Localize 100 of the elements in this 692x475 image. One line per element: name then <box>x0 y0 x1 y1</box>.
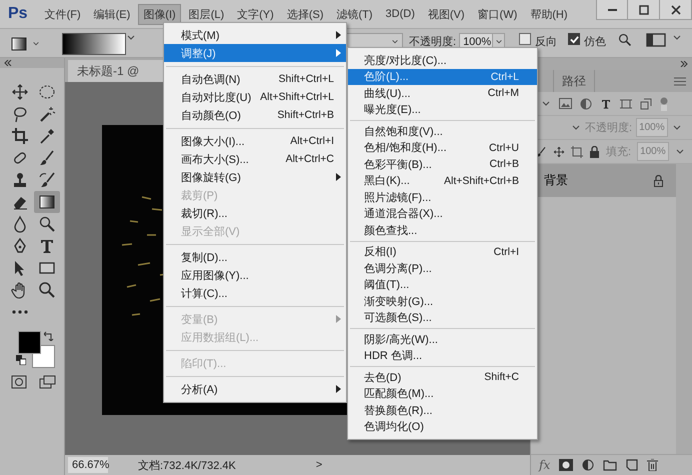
default-colors-icon[interactable] <box>16 355 26 365</box>
menu-item[interactable]: 画布大小(S)... Alt+Ctrl+C <box>164 150 346 168</box>
menu-icon[interactable] <box>674 76 686 86</box>
checkbox-label: 反向 <box>535 35 558 49</box>
shape-filter-icon[interactable] <box>620 98 632 110</box>
caret-icon <box>672 122 682 132</box>
menu-item[interactable]: 图像大小(I)... Alt+Ctrl+I <box>164 132 346 150</box>
menu-item[interactable]: 曲线(U)... Ctrl+M <box>348 85 537 102</box>
menu-title[interactable]: 滤镜(T) <box>331 4 378 24</box>
crop-icon <box>11 127 29 145</box>
gradient-swatch[interactable] <box>62 33 126 55</box>
gradient-tool[interactable] <box>34 191 60 213</box>
maximize-button[interactable] <box>628 0 660 20</box>
caret-icon <box>494 38 503 46</box>
menu-item[interactable]: 自动颜色(O) Shift+Ctrl+B <box>164 106 346 124</box>
opacity-label: 不透明度: <box>409 34 456 49</box>
lock-pixels-icon[interactable] <box>535 146 547 158</box>
image-filter-icon[interactable] <box>559 98 572 109</box>
mask-icon[interactable] <box>559 459 574 471</box>
menu-item[interactable]: 自动对比度(U) Alt+Shift+Ctrl+L <box>164 88 346 106</box>
app-logo: Ps <box>8 5 28 23</box>
menu-item[interactable]: 复制(D)... <box>164 248 346 266</box>
menu-title[interactable]: 选择(S) <box>282 4 328 24</box>
shortcut-label: Shift+Ctrl+B <box>277 109 334 121</box>
menu-item[interactable]: 色阶(L)... Ctrl+L <box>348 68 537 85</box>
caret-icon <box>541 98 551 108</box>
menu-title[interactable]: 文字(Y) <box>232 4 279 24</box>
menu-item[interactable]: 调整(J) <box>164 44 346 62</box>
panel-tab[interactable]: 路径 <box>553 70 595 92</box>
collapse-icon[interactable] <box>680 61 688 67</box>
menu-item[interactable]: 计算(C)... <box>164 284 346 302</box>
menu-item[interactable]: 色调分离(P)... <box>348 260 537 276</box>
menu-title[interactable]: 文件(F) <box>40 4 86 24</box>
checkbox[interactable] <box>519 33 532 45</box>
menu-item[interactable]: 曝光度(E)... <box>348 102 537 118</box>
collapse-icon[interactable] <box>4 60 12 66</box>
info-arrow[interactable]: > <box>316 459 322 471</box>
menu-item[interactable]: 反相(I) Ctrl+I <box>348 244 537 260</box>
menu-item[interactable]: HDR 色调... <box>348 348 537 364</box>
fill-label: 填充: <box>606 145 632 159</box>
smart-object-filter-icon[interactable] <box>640 98 652 110</box>
menu-item[interactable]: 色调均化(O) <box>348 418 537 435</box>
swap-colors-icon[interactable] <box>44 331 54 341</box>
adjustment-filter-icon[interactable] <box>580 98 592 110</box>
menu-item[interactable]: 通道混合器(X)... <box>348 206 537 222</box>
screen-mode-icon[interactable] <box>39 375 57 389</box>
type-filter-icon[interactable] <box>600 98 612 110</box>
gradient-icon <box>10 35 28 53</box>
close-button[interactable] <box>660 0 692 20</box>
menu-item[interactable]: 图像旋转(G) <box>164 168 346 186</box>
menu-item[interactable]: 替换颜色(R)... <box>348 402 537 418</box>
lock-position-icon[interactable] <box>553 146 565 158</box>
menu-title[interactable]: 图层(L) <box>184 4 230 24</box>
quick-mask-icon[interactable] <box>11 375 27 389</box>
menu-title[interactable]: 帮助(H) <box>525 4 573 24</box>
checkbox[interactable] <box>568 33 580 45</box>
caret-icon <box>32 40 40 48</box>
lasso-icon <box>11 105 29 123</box>
menu-title[interactable]: 编辑(E) <box>88 4 136 24</box>
menu-item[interactable]: 亮度/对比度(C)... <box>348 52 537 68</box>
type-icon <box>38 237 56 255</box>
folder-icon[interactable] <box>603 459 618 471</box>
lock-icon[interactable] <box>589 146 600 158</box>
eyedropper-icon <box>38 127 56 145</box>
menu-item[interactable]: 应用图像(Y)... <box>164 266 346 284</box>
menu-item[interactable]: 去色(D) Shift+C <box>348 369 537 386</box>
menu-item[interactable]: 可选颜色(S)... <box>348 310 537 326</box>
menu-item[interactable]: 色相/饱和度(H)... Ctrl+U <box>348 140 537 156</box>
scrollbar-track[interactable] <box>676 164 692 454</box>
menu-item[interactable]: 阴影/高光(W)... <box>348 331 537 348</box>
shortcut-label: Ctrl+U <box>488 142 519 154</box>
menu-item[interactable]: 分析(A) <box>164 380 346 398</box>
menu-item[interactable]: 颜色查找... <box>348 222 537 238</box>
shortcut-label: Alt+Shift+Ctrl+L <box>260 91 334 103</box>
menu-item[interactable]: 匹配颜色(M)... <box>348 386 537 402</box>
layer-style-button[interactable]: fx <box>539 458 550 472</box>
menu-title[interactable]: 图像(I) <box>138 4 181 24</box>
search-icon[interactable] <box>618 33 632 47</box>
trash-icon[interactable] <box>647 459 658 471</box>
workspace-icon[interactable] <box>646 33 666 47</box>
lock-icon <box>653 174 664 186</box>
wand-icon <box>38 105 56 123</box>
menu-title[interactable]: 窗口(W) <box>472 4 522 24</box>
shortcut-label: Alt+Shift+Ctrl+B <box>444 174 519 187</box>
menu-item[interactable]: 模式(M) <box>164 26 346 44</box>
color-swatches-drawing[interactable] <box>18 331 55 368</box>
menu-title[interactable]: 3D(D) <box>380 5 420 23</box>
menu-item[interactable]: 渐变映射(G)... <box>348 293 537 310</box>
adjustment-layer-icon[interactable] <box>582 459 594 471</box>
menu-item[interactable]: 阈值(T)... <box>348 276 537 293</box>
menu-item[interactable]: 自然饱和度(V)... <box>348 123 537 140</box>
filter-toggle-icon[interactable] <box>660 96 668 110</box>
new-layer-icon[interactable] <box>626 459 638 471</box>
checkbox-label: 仿色 <box>584 35 606 49</box>
minimize-button[interactable] <box>596 0 628 20</box>
caret-icon <box>571 122 581 132</box>
menu-title[interactable]: 视图(V) <box>422 4 470 24</box>
lock-artboard-icon[interactable] <box>571 146 583 158</box>
menu-item[interactable]: 裁切(R)... <box>164 204 346 222</box>
zoom-field[interactable]: 66.67% <box>68 457 108 473</box>
